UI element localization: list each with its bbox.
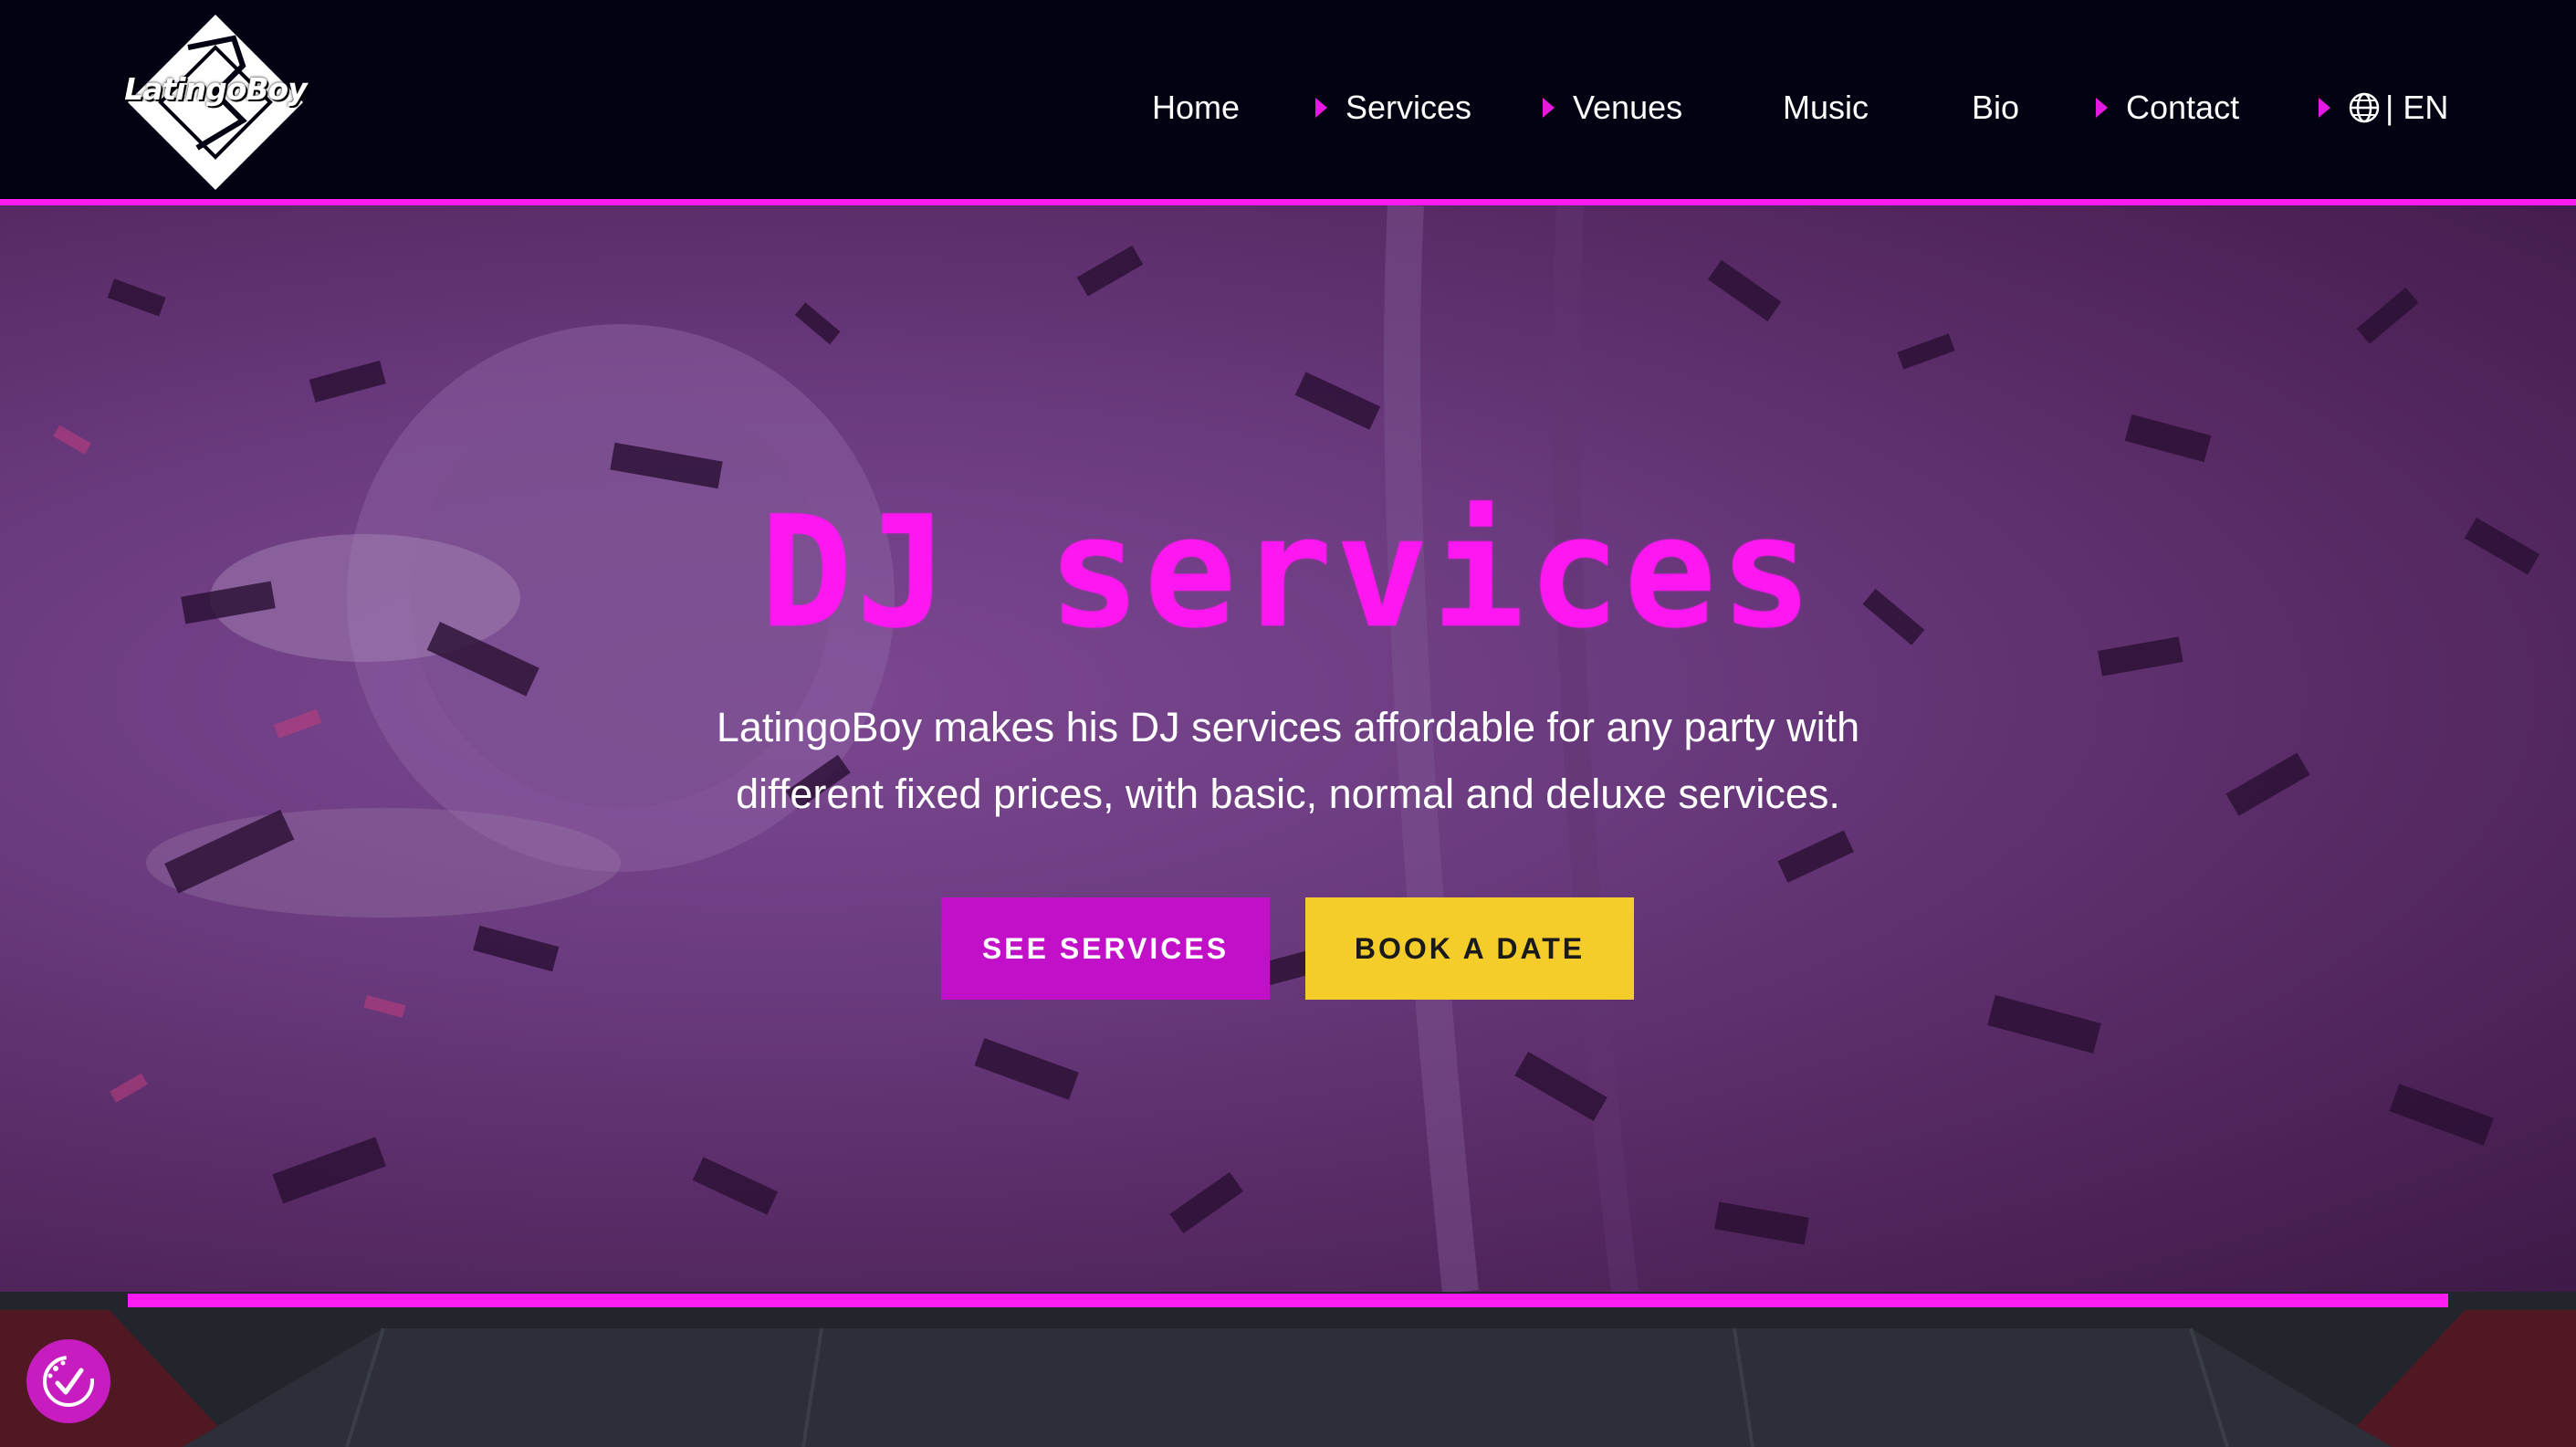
main-nav: Home Services Venues Music Bio Contact |…: [0, 82, 2576, 133]
stage-background-image: [0, 1292, 2576, 1447]
nav-item-music[interactable]: Music: [1783, 82, 1869, 133]
caret-right-icon: [2096, 98, 2108, 118]
site-header: LatingoBoy Home Services Venues Music Bi…: [0, 0, 2576, 201]
globe-icon: [2349, 92, 2380, 123]
nav-item-venues[interactable]: Venues: [1543, 82, 1682, 133]
nav-item-label: Bio: [1972, 89, 2020, 126]
hero-description-line: different fixed prices, with basic, norm…: [736, 771, 1840, 817]
nav-item-label: Services: [1346, 89, 1472, 126]
header-divider: [0, 199, 2576, 205]
nav-item-label: Venues: [1573, 89, 1683, 126]
section-divider-bar: [128, 1294, 2448, 1307]
accessibility-icon: [43, 1356, 94, 1407]
caret-right-icon: [1543, 98, 1555, 118]
caret-right-icon: [2319, 98, 2330, 118]
accessibility-button[interactable]: [26, 1339, 110, 1423]
nav-item-contact[interactable]: Contact: [2096, 82, 2239, 133]
book-a-date-button[interactable]: BOOK A DATE: [1305, 897, 1634, 1000]
nav-item-label: Music: [1783, 89, 1869, 126]
next-section-preview: [0, 1292, 2576, 1447]
hero-description: LatingoBoy makes his DJ services afforda…: [603, 694, 1973, 827]
caret-right-icon: [1315, 98, 1327, 118]
hero-description-line: LatingoBoy makes his DJ services afforda…: [716, 704, 1860, 750]
language-selector[interactable]: | EN: [2319, 82, 2448, 133]
nav-item-home[interactable]: Home: [1152, 82, 1240, 133]
language-label: | EN: [2385, 89, 2449, 126]
see-services-button[interactable]: SEE SERVICES: [941, 897, 1270, 1000]
hero-title: DJ services: [759, 483, 1817, 662]
hero-section: DJ services LatingoBoy makes his DJ serv…: [0, 205, 2576, 1292]
nav-item-bio[interactable]: Bio: [1972, 82, 2019, 133]
nav-item-label: Contact: [2126, 89, 2240, 126]
nav-item-label: Home: [1152, 89, 1241, 126]
nav-item-services[interactable]: Services: [1315, 82, 1471, 133]
